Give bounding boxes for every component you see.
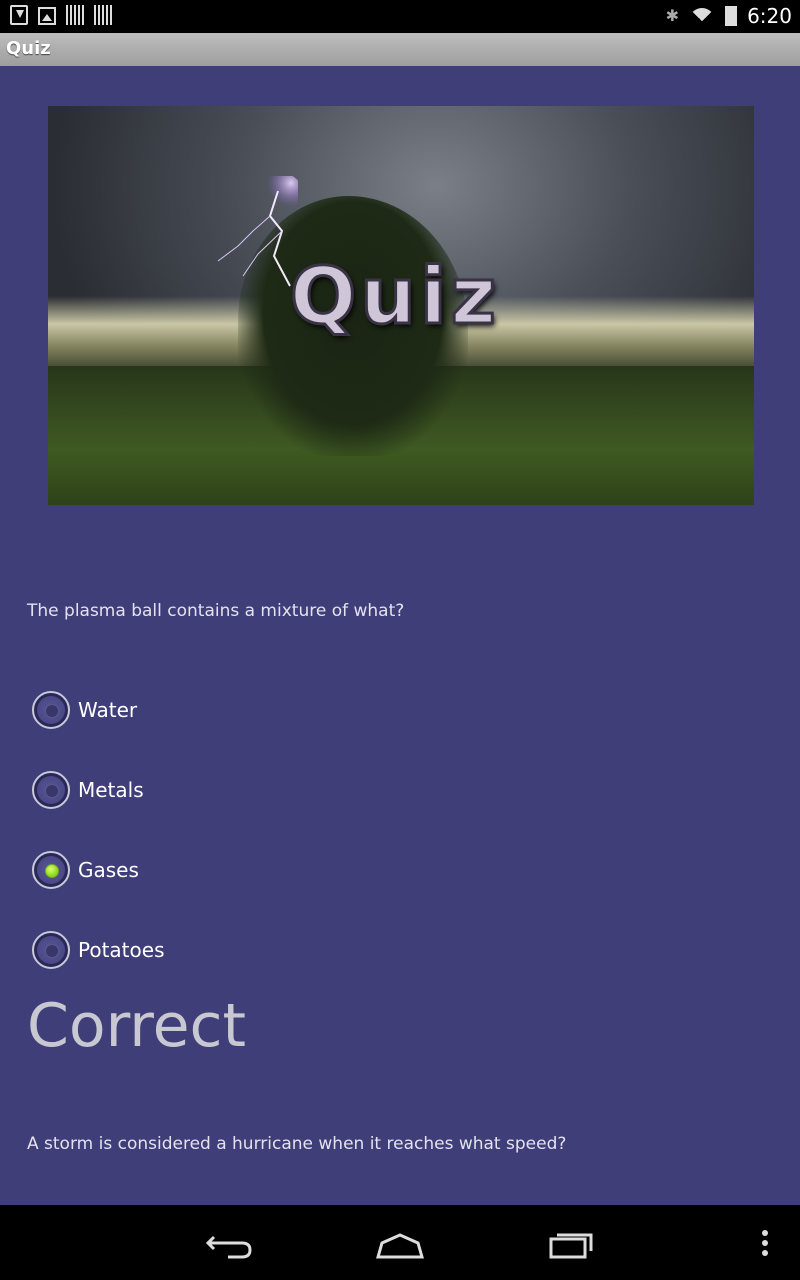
next-question-text: A storm is considered a hurricane when i… [27,1134,567,1154]
question-text: The plasma ball contains a mixture of wh… [27,601,405,621]
menu-icon[interactable] [755,1225,775,1261]
download-icon [10,5,28,25]
option-label: Metals [78,778,144,802]
barcode-icon [94,5,112,25]
option-label: Gases [78,858,139,882]
status-bar: ✱ 6:20 [0,0,800,33]
quiz-banner-image: Quiz [48,106,754,505]
clock: 6:20 [747,4,792,28]
home-icon[interactable] [370,1225,430,1261]
radio-button[interactable] [32,931,70,969]
option-water[interactable]: Water [32,689,137,731]
navigation-bar [0,1205,800,1280]
option-label: Water [78,698,138,722]
radio-button-selected[interactable] [32,851,70,889]
image-icon [38,7,56,25]
bluetooth-icon: ✱ [665,6,680,25]
battery-charging-icon [725,6,738,26]
action-bar: Quiz [0,33,800,66]
radio-button[interactable] [32,771,70,809]
option-metals[interactable]: Metals [32,769,144,811]
option-potatoes[interactable]: Potatoes [32,929,164,971]
wifi-icon [689,6,716,26]
notification-icons [10,5,112,25]
answer-result: Correct [27,991,246,1061]
back-icon[interactable] [200,1225,260,1261]
radio-button[interactable] [32,691,70,729]
lightning-icon [217,176,298,287]
app-title: Quiz [6,38,51,59]
barcode-icon [66,5,84,25]
banner-title: Quiz [289,251,500,344]
option-gases[interactable]: Gases [32,849,139,891]
recents-icon[interactable] [541,1225,601,1261]
option-label: Potatoes [78,938,165,962]
system-icons: ✱ 6:20 [666,4,792,28]
quiz-content[interactable]: Quiz The plasma ball contains a mixture … [0,66,800,1205]
